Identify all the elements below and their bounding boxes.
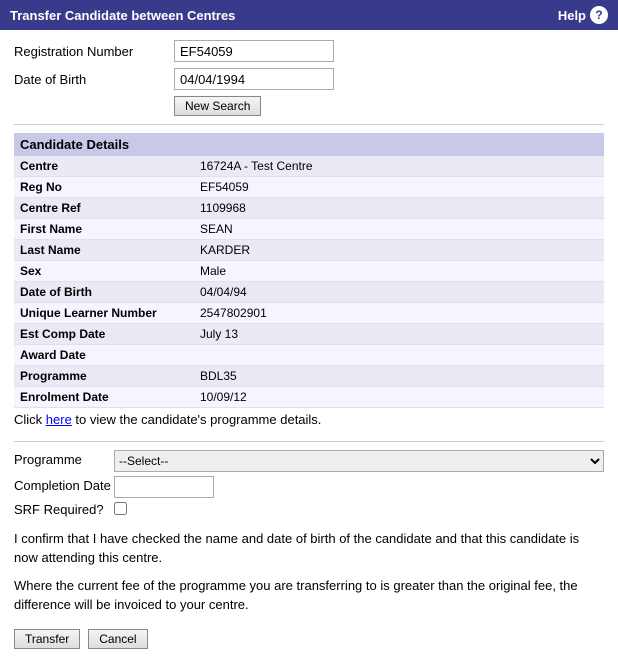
dob-label: Date of Birth	[14, 72, 174, 87]
detail-label: Award Date	[14, 345, 194, 365]
table-row: Enrolment Date10/09/12	[14, 387, 604, 408]
detail-value: Male	[194, 261, 232, 281]
detail-value: 1109968	[194, 198, 252, 218]
detail-label: Est Comp Date	[14, 324, 194, 344]
help-icon[interactable]: ?	[590, 6, 608, 24]
help-area[interactable]: Help ?	[558, 6, 608, 24]
help-label: Help	[558, 8, 586, 23]
click-link-post: to view the candidate's programme detail…	[72, 412, 322, 427]
detail-label: Centre	[14, 156, 194, 176]
divider-2	[14, 441, 604, 442]
table-row: Centre Ref1109968	[14, 198, 604, 219]
candidate-section-header: Candidate Details	[14, 133, 604, 156]
table-row: ProgrammeBDL35	[14, 366, 604, 387]
detail-label: Sex	[14, 261, 194, 281]
table-row: Reg NoEF54059	[14, 177, 604, 198]
table-row: Centre16724A - Test Centre	[14, 156, 604, 177]
programme-label: Programme	[14, 450, 114, 467]
candidate-rows-container: Centre16724A - Test CentreReg NoEF54059C…	[14, 156, 604, 408]
bottom-buttons: Transfer Cancel	[14, 629, 604, 659]
dob-row: Date of Birth	[14, 68, 604, 90]
srf-checkbox[interactable]	[114, 502, 127, 515]
srf-label: SRF Required?	[14, 502, 114, 519]
table-row: Est Comp DateJuly 13	[14, 324, 604, 345]
new-search-button[interactable]: New Search	[174, 96, 261, 116]
table-row: SexMale	[14, 261, 604, 282]
dob-input[interactable]	[174, 68, 334, 90]
detail-label: Unique Learner Number	[14, 303, 194, 323]
detail-value: July 13	[194, 324, 244, 344]
table-row: Date of Birth04/04/94	[14, 282, 604, 303]
detail-label: Last Name	[14, 240, 194, 260]
detail-label: First Name	[14, 219, 194, 239]
divider-1	[14, 124, 604, 125]
detail-label: Programme	[14, 366, 194, 386]
reg-number-input[interactable]	[174, 40, 334, 62]
confirm-text-2: Where the current fee of the programme y…	[14, 576, 604, 615]
detail-label: Date of Birth	[14, 282, 194, 302]
detail-value	[194, 345, 206, 365]
completion-date-row: Completion Date	[14, 476, 604, 498]
completion-date-input[interactable]	[114, 476, 214, 498]
detail-value: 10/09/12	[194, 387, 253, 407]
detail-value: BDL35	[194, 366, 243, 386]
detail-label: Reg No	[14, 177, 194, 197]
table-row: Award Date	[14, 345, 604, 366]
click-link-pre: Click	[14, 412, 46, 427]
new-search-row: New Search	[174, 96, 604, 116]
transfer-button[interactable]: Transfer	[14, 629, 80, 649]
completion-date-label: Completion Date	[14, 476, 114, 493]
main-content: Registration Number Date of Birth New Se…	[0, 30, 618, 669]
detail-value: 2547802901	[194, 303, 273, 323]
programme-section: Programme --Select-- Completion Date SRF…	[14, 450, 604, 519]
page-title: Transfer Candidate between Centres	[10, 8, 235, 23]
table-row: First NameSEAN	[14, 219, 604, 240]
click-link-row: Click here to view the candidate's progr…	[14, 408, 604, 433]
candidate-section: Candidate Details Centre16724A - Test Ce…	[14, 133, 604, 408]
reg-number-label: Registration Number	[14, 44, 174, 59]
table-row: Last NameKARDER	[14, 240, 604, 261]
detail-label: Centre Ref	[14, 198, 194, 218]
detail-value: 04/04/94	[194, 282, 253, 302]
detail-label: Enrolment Date	[14, 387, 194, 407]
detail-value: SEAN	[194, 219, 239, 239]
programme-select-row: Programme --Select--	[14, 450, 604, 472]
cancel-button[interactable]: Cancel	[88, 629, 147, 649]
programme-details-link[interactable]: here	[46, 412, 72, 427]
detail-value: EF54059	[194, 177, 255, 197]
detail-value: 16724A - Test Centre	[194, 156, 319, 176]
confirm-text-1: I confirm that I have checked the name a…	[14, 529, 604, 568]
title-bar: Transfer Candidate between Centres Help …	[0, 0, 618, 30]
reg-number-row: Registration Number	[14, 40, 604, 62]
detail-value: KARDER	[194, 240, 256, 260]
srf-row: SRF Required?	[14, 502, 604, 519]
programme-select[interactable]: --Select--	[114, 450, 604, 472]
table-row: Unique Learner Number2547802901	[14, 303, 604, 324]
